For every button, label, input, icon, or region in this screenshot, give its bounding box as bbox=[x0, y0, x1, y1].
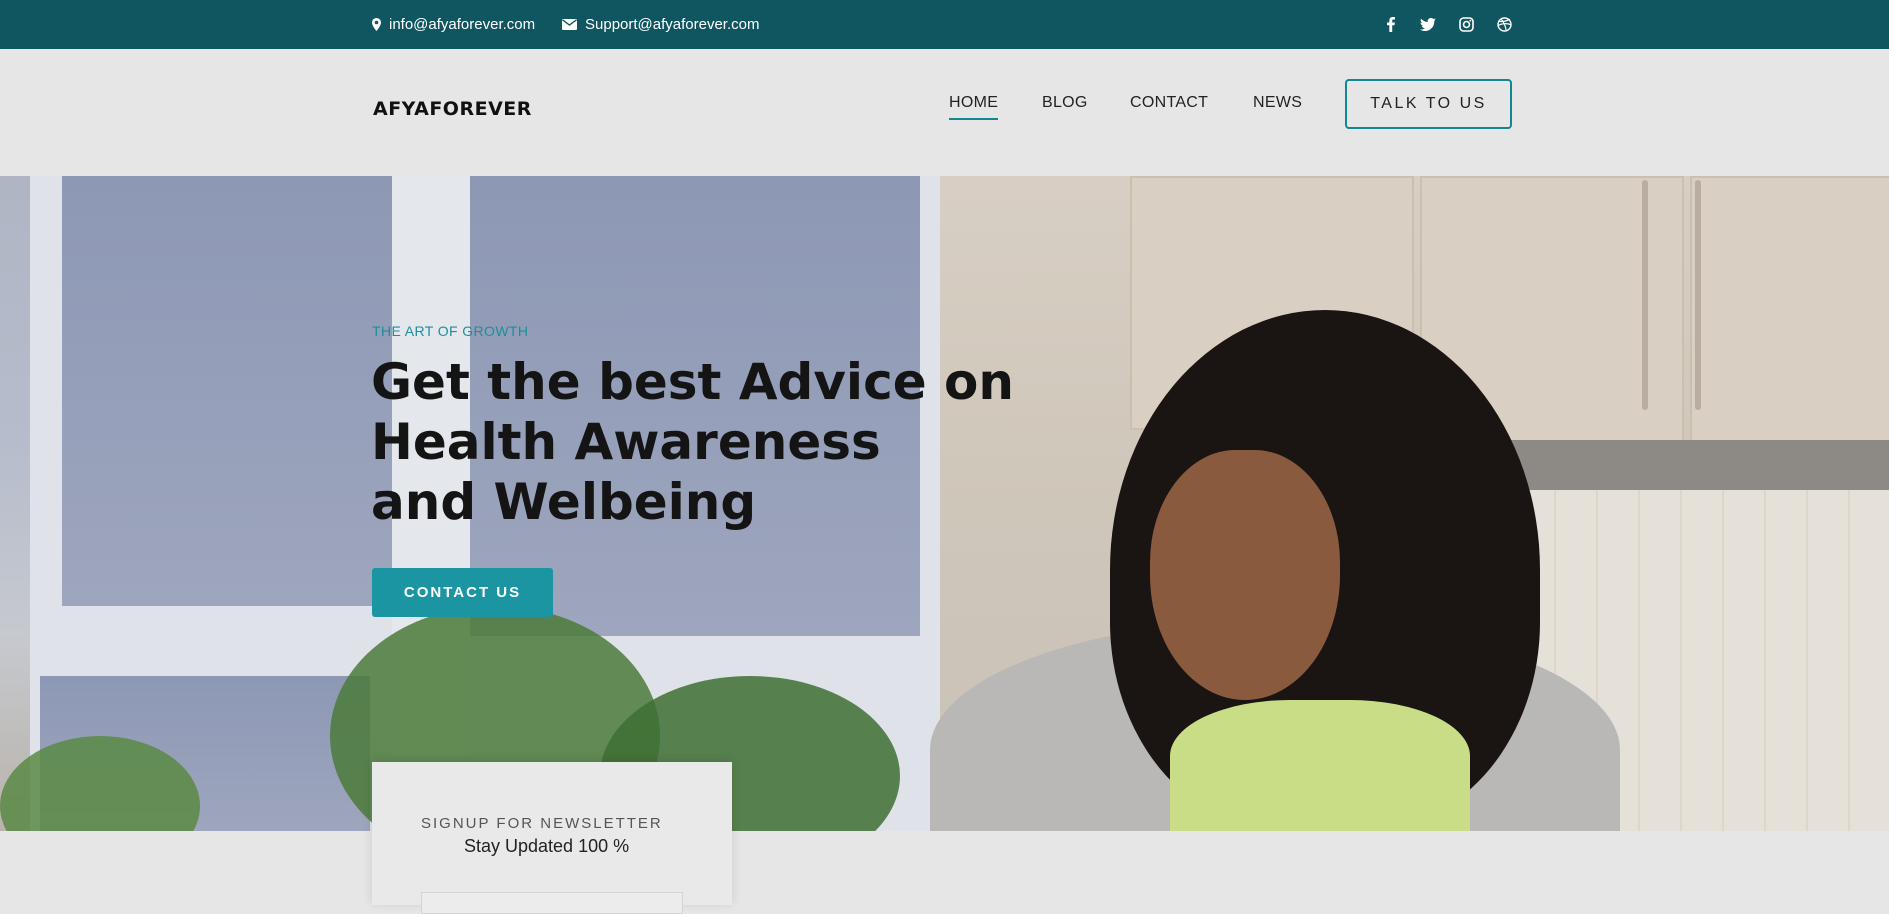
contact-us-button[interactable]: CONTACT US bbox=[372, 568, 553, 617]
nav-contact[interactable]: CONTACT bbox=[1130, 94, 1208, 112]
hero-headline: Get the best Advice on Health Awareness … bbox=[371, 352, 1014, 532]
person-top bbox=[1170, 700, 1470, 840]
main-header bbox=[0, 49, 1889, 176]
newsletter-title: SIGNUP FOR NEWSLETTER bbox=[421, 815, 663, 832]
headline-line-1: Get the best Advice on bbox=[371, 353, 1014, 411]
instagram-icon[interactable] bbox=[1456, 14, 1476, 34]
nav-blog[interactable]: BLOG bbox=[1042, 94, 1088, 112]
top-bar: info@afyaforever.com Support@afyaforever… bbox=[0, 0, 1889, 49]
hero-eyebrow: THE ART OF GROWTH bbox=[372, 323, 529, 339]
headline-line-2: Health Awareness bbox=[371, 413, 881, 471]
dribbble-icon[interactable] bbox=[1494, 14, 1514, 34]
nav-news[interactable]: NEWS bbox=[1253, 94, 1302, 112]
newsletter-card: SIGNUP FOR NEWSLETTER Stay Updated 100 % bbox=[372, 762, 732, 914]
newsletter-email-input[interactable] bbox=[421, 892, 683, 914]
person-face bbox=[1150, 450, 1340, 700]
nav-home[interactable]: HOME bbox=[949, 94, 999, 120]
newsletter-subtitle: Stay Updated 100 % bbox=[464, 836, 630, 856]
twitter-icon[interactable] bbox=[1418, 14, 1438, 34]
facebook-icon[interactable] bbox=[1381, 14, 1401, 34]
site-logo[interactable]: AFYAFOREVER bbox=[373, 98, 532, 120]
talk-to-us-button[interactable]: TALK TO US bbox=[1345, 79, 1512, 129]
support-email-text: Support@afyaforever.com bbox=[585, 16, 760, 33]
headline-line-3: and Welbeing bbox=[371, 473, 757, 531]
envelope-icon bbox=[562, 19, 577, 30]
info-email-text: info@afyaforever.com bbox=[389, 16, 536, 33]
contact-support-email[interactable]: Support@afyaforever.com bbox=[562, 0, 759, 49]
map-marker-icon bbox=[372, 18, 381, 31]
contact-info-email[interactable]: info@afyaforever.com bbox=[372, 0, 535, 49]
